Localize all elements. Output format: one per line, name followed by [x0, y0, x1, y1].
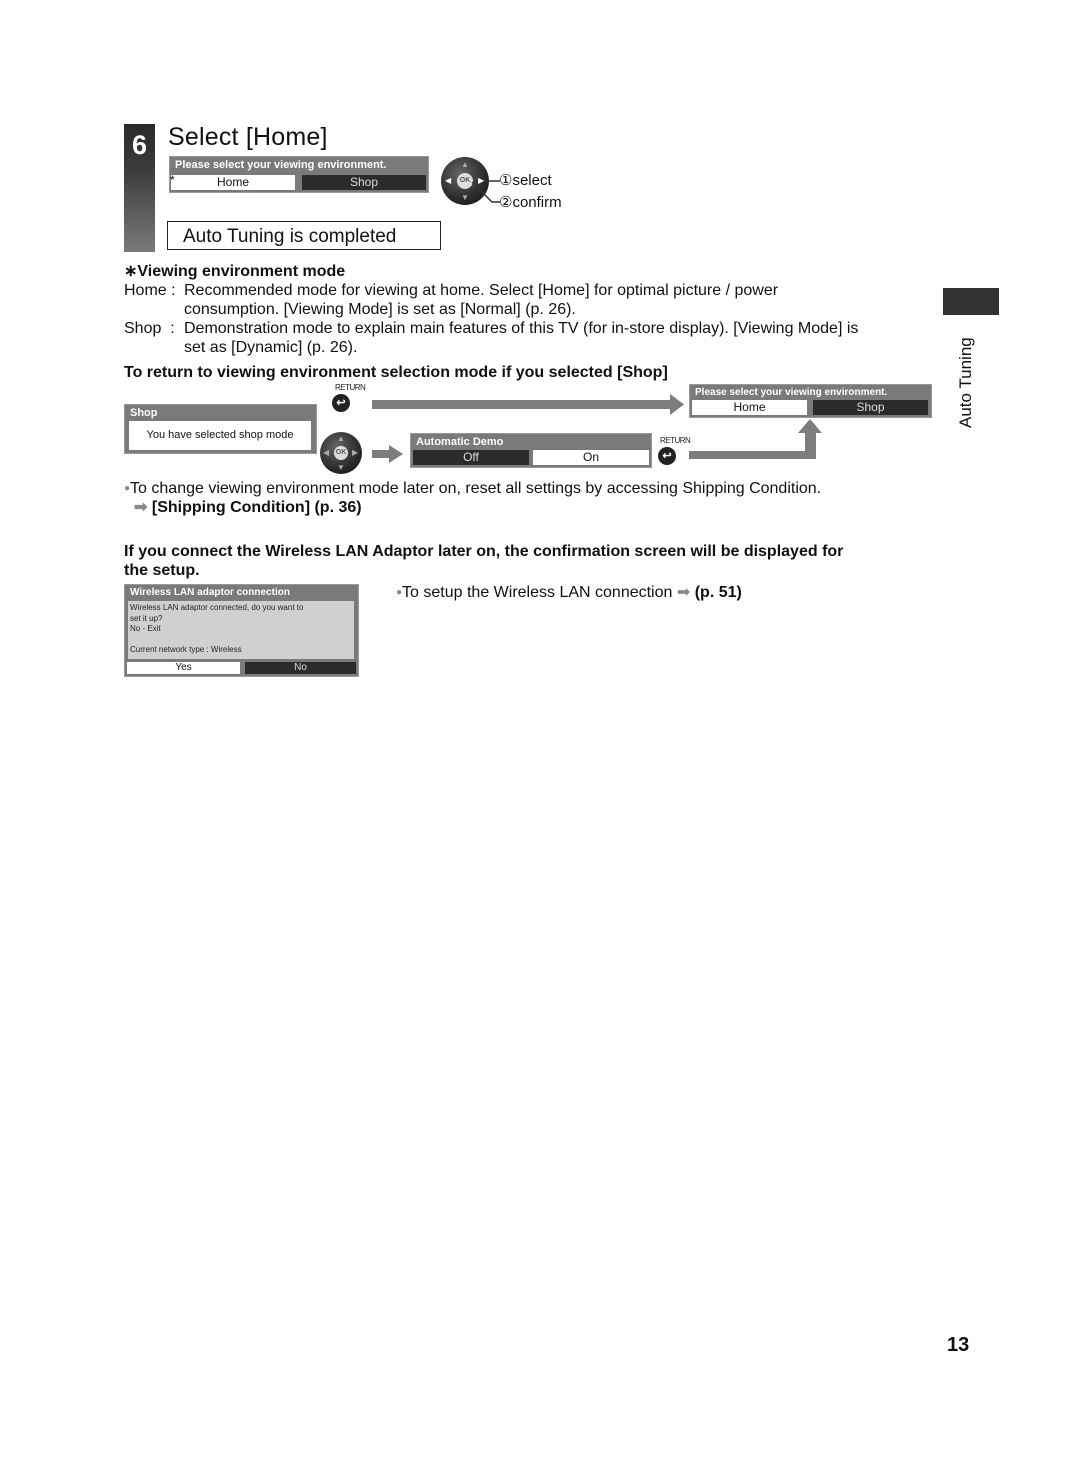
- dialog-line-1: Wireless LAN adaptor connected, do you w…: [130, 603, 304, 612]
- asterisk-marker: *: [170, 173, 175, 187]
- section-tab-text: Auto Tuning: [956, 337, 975, 428]
- up-arrow-icon: ▲: [337, 434, 345, 443]
- shipping-note: ●To change viewing environment mode late…: [124, 479, 821, 498]
- step-number: 6: [131, 130, 148, 160]
- section-tab-marker: [943, 288, 999, 315]
- return-arrow-vertical: [805, 432, 816, 459]
- option-on[interactable]: On: [533, 450, 649, 465]
- viewing-environment-menu-2: Please select your viewing environment. …: [689, 384, 932, 418]
- arrow-head-icon: [670, 394, 684, 415]
- hint-select: ①select: [499, 172, 552, 189]
- ok-button-icon: OK: [334, 446, 348, 460]
- desc-shop-2: set as [Dynamic] (p. 26).: [184, 339, 358, 356]
- shipping-link[interactable]: ➡ [Shipping Condition] (p. 36): [134, 498, 362, 517]
- option-no[interactable]: No: [245, 662, 356, 674]
- option-shop[interactable]: Shop: [813, 400, 928, 415]
- wireless-heading-1: If you connect the Wireless LAN Adaptor …: [124, 543, 844, 560]
- automatic-demo-menu: Automatic Demo Off On: [410, 433, 652, 468]
- hint-confirm: ②confirm: [499, 194, 562, 211]
- return-label-2: RETURN: [660, 436, 691, 445]
- up-arrow-icon: ▲: [461, 160, 469, 169]
- wireless-setup-text: To setup the Wireless LAN connection: [402, 584, 673, 601]
- left-arrow-icon: ◀: [323, 448, 330, 457]
- desc-home-1: Recommended mode for viewing at home. Se…: [184, 282, 779, 299]
- shipping-note-text: To change viewing environment mode later…: [130, 480, 822, 497]
- dialog-body: Wireless LAN adaptor connected, do you w…: [128, 601, 354, 659]
- option-shop[interactable]: Shop: [302, 175, 426, 190]
- arrow-to-env-menu: [372, 400, 672, 409]
- option-home[interactable]: Home: [692, 400, 807, 415]
- wireless-page-ref[interactable]: (p. 51): [695, 584, 742, 601]
- viewing-environment-menu: Please select your viewing environment. …: [169, 156, 429, 193]
- section-tab-label: Auto Tuning: [946, 330, 986, 430]
- arrow-right-icon: ➡: [134, 499, 148, 516]
- return-button-icon-2: ↩: [658, 447, 676, 465]
- wireless-heading-2: the setup.: [124, 562, 200, 579]
- menu-header: Please select your viewing environment.: [175, 159, 387, 171]
- option-yes[interactable]: Yes: [127, 662, 240, 674]
- up-arrow-head-icon: [798, 419, 822, 433]
- dialog-header: Wireless LAN adaptor connection: [130, 587, 290, 598]
- arrow-right-icon: ➡: [676, 584, 691, 601]
- remote-dpad-icon-2: ▲ ▼ ◀ ▶ OK: [320, 432, 362, 474]
- wireless-setup-note: ●To setup the Wireless LAN connection ➡ …: [396, 583, 742, 602]
- menu-header: Please select your viewing environment.: [695, 387, 888, 398]
- auto-tuning-completed-box: Auto Tuning is completed: [167, 221, 441, 250]
- return-heading: To return to viewing environment selecti…: [124, 364, 668, 381]
- desc-home-2: consumption. [Viewing Mode] is set as [N…: [184, 301, 576, 318]
- wireless-dialog: Wireless LAN adaptor connection Wireless…: [124, 584, 359, 677]
- shop-box-message: You have selected shop mode: [129, 421, 311, 450]
- dialog-line-3: No - Exit: [130, 624, 161, 633]
- right-arrow-icon: ▶: [352, 448, 359, 457]
- return-button-icon: ↩: [332, 394, 350, 412]
- return-label: RETURN: [335, 383, 366, 392]
- shop-box-header: Shop: [130, 407, 158, 419]
- page-number: 13: [947, 1334, 970, 1356]
- shipping-link-text[interactable]: [Shipping Condition] (p. 36): [152, 499, 362, 516]
- option-home[interactable]: Home: [171, 175, 295, 190]
- term-shop: Shop :: [124, 320, 175, 337]
- step-title: Select [Home]: [168, 123, 328, 151]
- dialog-line-2: set it up?: [130, 613, 163, 623]
- left-arrow-icon: ◀: [445, 176, 452, 185]
- down-arrow-icon: ▼: [461, 193, 469, 202]
- return-arrow-horizontal: [689, 451, 816, 459]
- demo-header: Automatic Demo: [416, 436, 504, 448]
- term-home: Home :: [124, 282, 176, 299]
- viewing-env-heading: ∗Viewing environment mode: [124, 263, 346, 280]
- right-arrow-icon: [372, 445, 403, 463]
- shop-mode-box: Shop You have selected shop mode: [124, 404, 317, 454]
- desc-shop-1: Demonstration mode to explain main featu…: [184, 320, 859, 337]
- dialog-line-4: Current network type : Wireless: [130, 644, 242, 654]
- down-arrow-icon: ▼: [337, 463, 345, 472]
- option-off[interactable]: Off: [413, 450, 529, 465]
